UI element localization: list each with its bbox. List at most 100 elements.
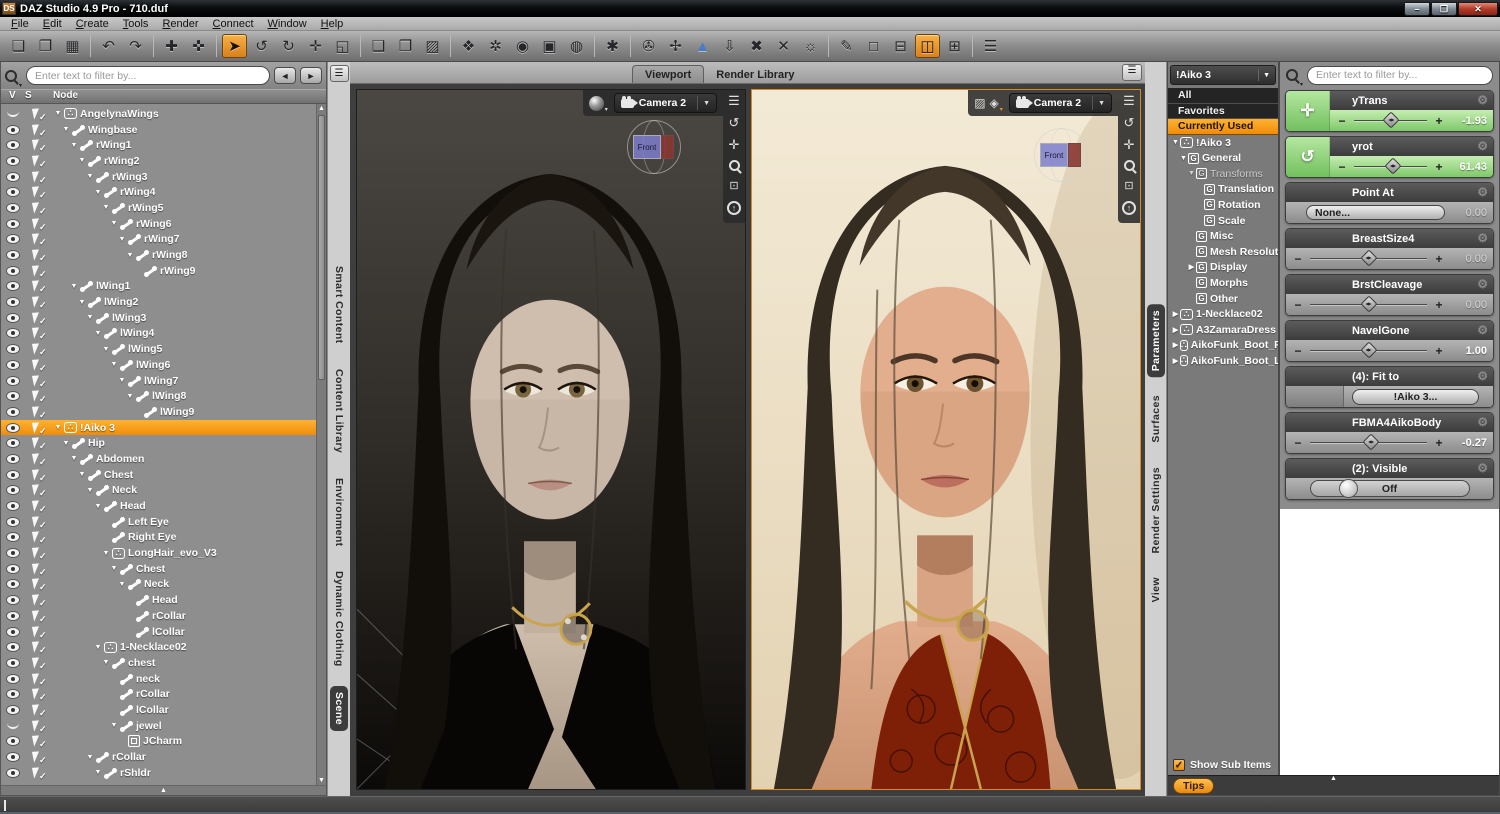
view-cube-front-face[interactable]: Front — [1040, 143, 1068, 167]
visibility-cell[interactable] — [1, 282, 25, 290]
selectable-cell[interactable] — [25, 312, 51, 324]
visibility-cell[interactable] — [1, 596, 25, 604]
tree-row-head[interactable]: ▼Head — [1, 498, 316, 514]
expand-icon[interactable]: ▼ — [1171, 139, 1180, 146]
layout-rows-icon[interactable]: ⊟ — [888, 34, 913, 58]
expand-icon[interactable]: ▼ — [93, 769, 103, 776]
group-item-scale[interactable]: GScale — [1168, 213, 1278, 229]
visibility-cell[interactable] — [1, 392, 25, 400]
tree-row-rcollar[interactable]: ▼rCollar — [1, 749, 316, 765]
cursor-check-icon[interactable] — [32, 735, 45, 747]
visibility-cell[interactable] — [1, 455, 25, 463]
selectable-cell[interactable] — [25, 249, 51, 261]
cursor-check-icon[interactable] — [32, 531, 45, 543]
visibility-cell[interactable] — [1, 157, 25, 165]
visibility-cell[interactable] — [1, 659, 25, 667]
viewport-pane-right[interactable]: ▨ ◈▾ Camera 2 ▼ ☰ ↺ ✛ ⊡ ↑ — [751, 89, 1141, 790]
selectable-cell[interactable] — [25, 688, 51, 700]
visibility-cell[interactable] — [1, 188, 25, 196]
selectable-cell[interactable] — [25, 751, 51, 763]
orbit-view-icon[interactable]: ↺ — [729, 116, 740, 130]
tree-row-rwing7[interactable]: ▼rWing7 — [1, 232, 316, 248]
visibility-cell[interactable] — [1, 329, 25, 337]
visibility-cell[interactable] — [1, 267, 25, 275]
dock-tab-view[interactable]: View — [1147, 571, 1165, 608]
cursor-check-icon[interactable] — [32, 500, 45, 512]
eye-open-icon[interactable] — [7, 345, 19, 353]
scene-filter-input[interactable] — [26, 66, 270, 85]
cursor-check-icon[interactable] — [32, 563, 45, 575]
eye-closed-icon[interactable] — [7, 723, 19, 729]
eye-open-icon[interactable] — [7, 439, 19, 447]
cursor-check-icon[interactable] — [32, 139, 45, 151]
cursor-check-icon[interactable] — [32, 375, 45, 387]
copy-icon[interactable]: ❑ — [366, 34, 391, 58]
eye-open-icon[interactable] — [7, 314, 19, 322]
tool-settings-icon[interactable]: ✱ — [600, 34, 625, 58]
tree-row-chest[interactable]: ▼chest — [1, 655, 316, 671]
column-node[interactable]: Node — [53, 90, 326, 103]
tree-row-neck[interactable]: neck — [1, 671, 316, 687]
tree-row-jcharm[interactable]: JCharm — [1, 734, 316, 750]
slider-track[interactable]: ◂▸ — [1304, 340, 1433, 361]
visibility-cell[interactable] — [1, 204, 25, 212]
eye-open-icon[interactable] — [7, 737, 19, 745]
increment-icon[interactable]: + — [1433, 344, 1445, 358]
save-file-icon[interactable]: ▦ — [60, 34, 85, 58]
open-file-icon[interactable]: ❐ — [33, 34, 58, 58]
group-item-other[interactable]: GOther — [1168, 291, 1278, 307]
delete-light-icon[interactable]: ✕ — [771, 34, 796, 58]
eye-open-icon[interactable] — [7, 565, 19, 573]
tree-row-lwing5[interactable]: ▼lWing5 — [1, 341, 316, 357]
eye-open-icon[interactable] — [7, 204, 19, 212]
gear-icon[interactable]: ⚙ — [1477, 277, 1488, 291]
expand-icon[interactable]: ▼ — [1187, 170, 1196, 177]
visibility-cell[interactable] — [1, 769, 25, 777]
selectable-cell[interactable] — [25, 720, 51, 732]
group-item-aikofunk_boot_l[interactable]: ▶∴AikoFunk_Boot_L — [1168, 353, 1278, 369]
eye-open-icon[interactable] — [7, 282, 19, 290]
tree-row-lwing3[interactable]: ▼lWing3 — [1, 310, 316, 326]
camera-dropdown-icon[interactable]: ▼ — [703, 100, 710, 107]
tree-row-lcollar[interactable]: lCollar — [1, 702, 316, 718]
expand-icon[interactable]: ▼ — [1179, 155, 1188, 162]
visibility-cell[interactable] — [1, 518, 25, 526]
tree-row-rwing1[interactable]: ▼rWing1 — [1, 137, 316, 153]
selectable-cell[interactable] — [25, 673, 51, 685]
rotate-tool-icon[interactable]: ↻ — [276, 34, 301, 58]
eye-open-icon[interactable] — [7, 549, 19, 557]
selectable-cell[interactable] — [25, 484, 51, 496]
cursor-check-icon[interactable] — [32, 610, 45, 622]
eye-open-icon[interactable] — [7, 141, 19, 149]
group-item-rotation[interactable]: GRotation — [1168, 197, 1278, 213]
slider-track[interactable]: ◂▸ — [1348, 110, 1433, 131]
selectable-cell[interactable] — [25, 139, 51, 151]
tree-row-longhair_evo_v3[interactable]: ▼∴LongHair_evo_V3 — [1, 545, 316, 561]
eye-open-icon[interactable] — [7, 518, 19, 526]
maximize-button[interactable]: ❐ — [1431, 2, 1457, 16]
cursor-check-icon[interactable] — [32, 233, 45, 245]
visibility-cell[interactable] — [1, 643, 25, 651]
expand-icon[interactable]: ▼ — [125, 393, 135, 400]
show-sub-items-checkbox[interactable]: ✓ — [1173, 759, 1185, 771]
tree-row-rcollar[interactable]: rCollar — [1, 608, 316, 624]
tree-row-lwing4[interactable]: ▼lWing4 — [1, 326, 316, 342]
eye-open-icon[interactable] — [7, 502, 19, 510]
decrement-icon[interactable]: − — [1292, 436, 1304, 450]
selectable-cell[interactable] — [25, 594, 51, 606]
tree-row-chest[interactable]: ▼Chest — [1, 561, 316, 577]
redo-icon[interactable]: ↷ — [123, 34, 148, 58]
selectable-cell[interactable] — [25, 422, 51, 434]
selectable-cell[interactable] — [25, 390, 51, 402]
visibility-cell[interactable] — [1, 235, 25, 243]
tree-row-jewel[interactable]: ▼jewel — [1, 718, 316, 734]
tree-row-rcollar[interactable]: rCollar — [1, 686, 316, 702]
cursor-check-icon[interactable] — [32, 469, 45, 481]
gear-icon[interactable]: ⚙ — [1477, 139, 1488, 153]
cursor-check-icon[interactable] — [32, 673, 45, 685]
selectable-cell[interactable] — [25, 657, 51, 669]
visibility-cell[interactable] — [1, 549, 25, 557]
group-item-translation[interactable]: GTranslation — [1168, 182, 1278, 198]
menu-tools[interactable]: Tools — [116, 17, 156, 31]
selectable-cell[interactable] — [25, 578, 51, 590]
